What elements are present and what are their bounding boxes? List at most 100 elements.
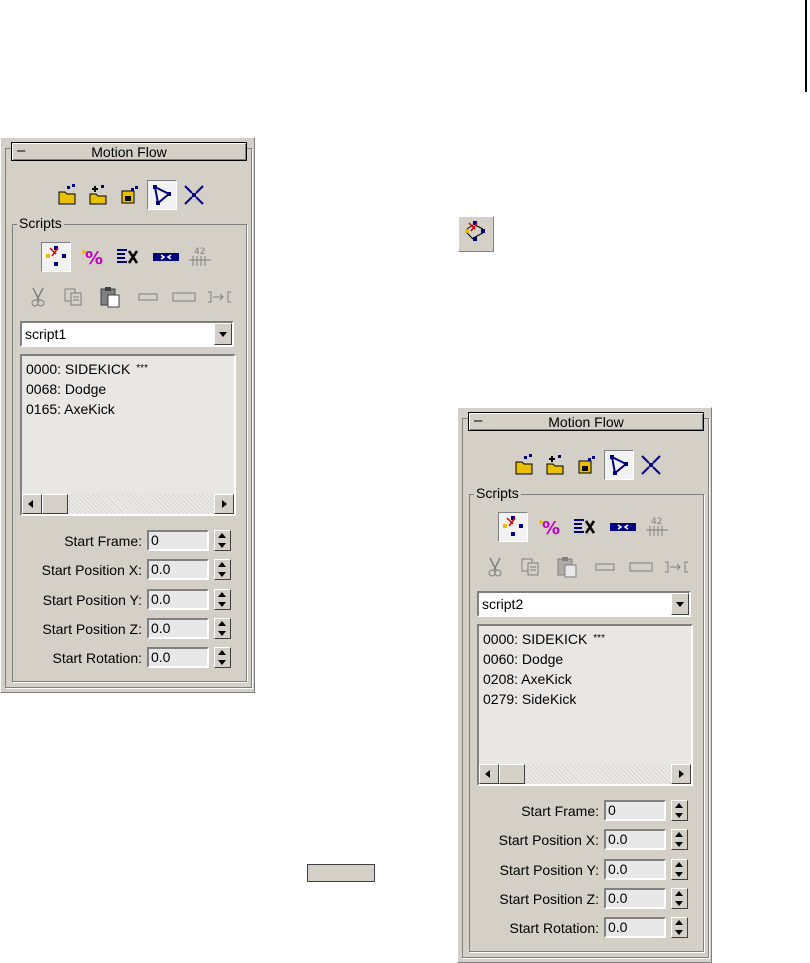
save-file-icon[interactable] — [115, 180, 145, 210]
start-position-z-label: Start Position Z: — [499, 891, 599, 907]
chevron-down-icon[interactable] — [214, 323, 232, 345]
page-edge-divider — [805, 0, 807, 92]
paste-icon[interactable] — [95, 282, 125, 312]
horizontal-scrollbar[interactable] — [479, 764, 691, 784]
flat-rect-icon[interactable] — [133, 282, 163, 312]
list-item-text: 0279: SideKick — [483, 691, 577, 707]
list-item[interactable]: 0279: SideKick — [483, 689, 605, 709]
start-frame-field[interactable]: 0 — [147, 530, 209, 551]
list-item[interactable]: 0000: SIDEKICK *** — [26, 359, 148, 379]
start-frame-row: Start Frame: 0 — [458, 800, 708, 824]
start-position-x-spinner[interactable] — [671, 829, 688, 850]
scroll-right-arrow-icon[interactable] — [671, 764, 691, 784]
set-range-icon[interactable]: 42 — [185, 242, 215, 272]
motion-flow-toolbar — [458, 450, 711, 482]
define-script-icon[interactable] — [41, 242, 71, 272]
append-file-icon[interactable] — [84, 180, 114, 210]
start-rotation-spinner[interactable] — [214, 647, 231, 668]
rollout-header-motion-flow[interactable]: – Motion Flow — [468, 412, 704, 431]
script-select[interactable]: script1 — [20, 321, 234, 347]
list-item[interactable]: 0165: AxeKick — [26, 399, 148, 419]
script-select-value: script2 — [482, 596, 524, 612]
define-script-icon[interactable] — [498, 512, 528, 542]
rollout-header-motion-flow[interactable]: – Motion Flow — [11, 142, 247, 161]
delete-clip-icon[interactable] — [570, 512, 600, 542]
start-frame-spinner[interactable] — [671, 800, 688, 821]
flat-rect-icon[interactable] — [590, 552, 620, 582]
start-position-y-row: Start Position Y: 0.0 — [458, 859, 708, 883]
script-clip-list[interactable]: 0000: SIDEKICK *** 0060: Dodge 0208: AxeK… — [477, 624, 693, 786]
start-frame-field[interactable]: 0 — [604, 800, 666, 821]
list-item-text: 0068: Dodge — [26, 381, 107, 397]
define-script-icon[interactable] — [458, 216, 494, 252]
small-button[interactable] — [307, 864, 375, 882]
motion-flow-toolbar — [1, 180, 254, 212]
start-position-y-spinner[interactable] — [214, 589, 231, 610]
collapse-icon[interactable] — [179, 180, 209, 210]
copy-icon[interactable] — [59, 282, 89, 312]
insert-clip-icon[interactable] — [608, 512, 638, 542]
start-position-x-label: Start Position X: — [498, 832, 599, 848]
start-rotation-spinner[interactable] — [671, 917, 688, 938]
script-clip-list[interactable]: 0000: SIDEKICK *** 0068: Dodge 0165: AxeK… — [20, 354, 236, 516]
scroll-right-arrow-icon[interactable] — [214, 494, 234, 514]
scrollbar-thumb[interactable] — [499, 764, 525, 784]
list-item[interactable]: 0068: Dodge — [26, 379, 148, 399]
rect-icon[interactable] — [626, 552, 656, 582]
list-item-stars: *** — [593, 633, 605, 644]
list-item[interactable]: 0060: Dodge — [483, 649, 605, 669]
start-position-y-field[interactable]: 0.0 — [604, 859, 666, 880]
start-position-x-spinner[interactable] — [214, 559, 231, 580]
start-position-z-field[interactable]: 0.0 — [604, 888, 666, 909]
list-item[interactable]: 0208: AxeKick — [483, 669, 605, 689]
transition-percent-icon[interactable]: % — [536, 512, 566, 542]
start-position-z-label: Start Position Z: — [42, 621, 142, 637]
scroll-left-arrow-icon[interactable] — [479, 764, 499, 784]
start-rotation-field[interactable]: 0.0 — [147, 647, 209, 668]
copy-icon[interactable] — [516, 552, 546, 582]
start-rotation-field[interactable]: 0.0 — [604, 917, 666, 938]
insert-clip-icon[interactable] — [151, 242, 181, 272]
script-select-value: script1 — [25, 326, 67, 342]
set-range-icon[interactable]: 42 — [642, 512, 672, 542]
scroll-left-arrow-icon[interactable] — [22, 494, 42, 514]
svg-text:42: 42 — [194, 247, 205, 257]
rect-icon[interactable] — [169, 282, 199, 312]
delete-clip-icon[interactable] — [113, 242, 143, 272]
start-frame-spinner[interactable] — [214, 530, 231, 551]
svg-text:42: 42 — [651, 517, 662, 527]
start-position-z-spinner[interactable] — [214, 618, 231, 639]
show-graph-icon[interactable] — [604, 450, 634, 480]
start-position-x-row: Start Position X: 0.0 — [1, 559, 251, 583]
cut-icon[interactable] — [480, 552, 510, 582]
start-position-x-field[interactable]: 0.0 — [604, 829, 666, 850]
save-file-icon[interactable] — [572, 450, 602, 480]
collapse-icon[interactable] — [636, 450, 666, 480]
start-position-y-spinner[interactable] — [671, 859, 688, 880]
cut-icon[interactable] — [23, 282, 53, 312]
scripts-group-label: Scripts — [474, 485, 521, 501]
goto-frame-icon[interactable] — [662, 552, 692, 582]
append-file-icon[interactable] — [541, 450, 571, 480]
horizontal-scrollbar[interactable] — [22, 494, 234, 514]
chevron-down-icon[interactable] — [671, 593, 689, 615]
start-position-z-spinner[interactable] — [671, 888, 688, 909]
start-position-y-field[interactable]: 0.0 — [147, 589, 209, 610]
scrollbar-thumb[interactable] — [42, 494, 68, 514]
start-position-x-row: Start Position X: 0.0 — [458, 829, 708, 853]
list-item-stars: *** — [136, 363, 148, 374]
show-graph-icon[interactable] — [147, 180, 177, 210]
rollout-title: Motion Flow — [548, 414, 624, 430]
start-rotation-label: Start Rotation: — [509, 920, 600, 936]
list-item[interactable]: 0000: SIDEKICK *** — [483, 629, 605, 649]
script-select[interactable]: script2 — [477, 591, 691, 617]
load-file-icon[interactable] — [510, 450, 540, 480]
load-file-icon[interactable] — [53, 180, 83, 210]
goto-frame-icon[interactable] — [205, 282, 235, 312]
motion-flow-panel-2: – Motion Flow Scripts % 42 script2 0000:… — [457, 407, 712, 963]
start-position-z-field[interactable]: 0.0 — [147, 618, 209, 639]
start-position-x-field[interactable]: 0.0 — [147, 559, 209, 580]
svg-text:%: % — [542, 518, 560, 539]
transition-percent-icon[interactable]: % — [79, 242, 109, 272]
paste-icon[interactable] — [552, 552, 582, 582]
